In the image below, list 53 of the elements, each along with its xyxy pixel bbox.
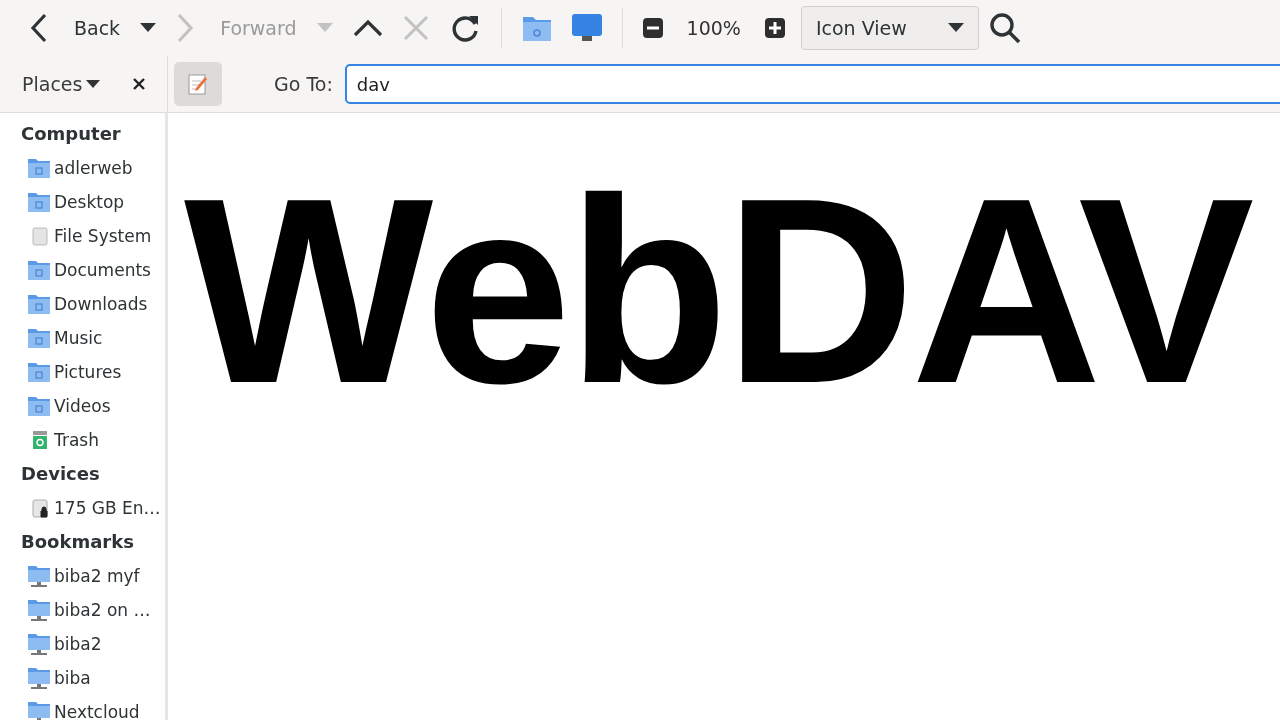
sidebar-item[interactable]: 175 GB En… xyxy=(28,491,161,525)
notepad-icon xyxy=(188,73,208,95)
network-folder-icon xyxy=(28,599,50,621)
view-dropdown[interactable]: Icon View xyxy=(800,6,979,50)
sidebar-item[interactable]: Pictures xyxy=(28,355,122,389)
sidebar-item[interactable]: Music xyxy=(28,321,103,355)
caret-icon xyxy=(140,23,157,33)
close-pane-button[interactable] xyxy=(131,76,147,92)
go-to-label: Go To: xyxy=(274,73,333,95)
zoom-out-icon xyxy=(642,18,663,38)
folder-icon xyxy=(28,260,50,280)
back-icon xyxy=(30,13,48,43)
sidebar-item[interactable]: biba2 xyxy=(28,627,102,661)
network-folder-icon xyxy=(28,633,50,655)
folder-icon xyxy=(28,328,50,348)
network-folder-icon xyxy=(28,667,50,689)
sidebar-heading: Bookmarks xyxy=(21,530,135,554)
network-folder-icon xyxy=(28,565,50,587)
monitor-icon xyxy=(571,14,602,42)
folder-icon xyxy=(28,192,50,212)
sidebar-item[interactable]: biba2 myf xyxy=(28,559,140,593)
sidebar-item[interactable]: Trash xyxy=(28,423,99,457)
search-icon xyxy=(988,12,1021,44)
sidebar-item[interactable]: Downloads xyxy=(28,287,148,321)
places-dropdown[interactable]: Places xyxy=(20,71,103,97)
location-field[interactable]: dav xyxy=(344,64,1280,104)
folder-icon xyxy=(521,14,552,42)
title-overlay: WebDAV xyxy=(184,159,1251,423)
sidebar-item[interactable]: File System xyxy=(28,219,152,253)
caret-icon xyxy=(316,23,333,33)
network-folder-icon xyxy=(28,701,50,720)
sidebar-item[interactable]: Videos xyxy=(28,389,111,423)
sidebar-item[interactable]: adlerweb xyxy=(28,151,133,185)
close-icon xyxy=(402,15,429,41)
sidebar-item[interactable]: Nextcloud xyxy=(28,695,140,720)
sidebar-heading: Devices xyxy=(21,462,101,486)
caret-icon xyxy=(86,79,101,89)
sidebar-item[interactable]: Desktop xyxy=(28,185,125,219)
forward-icon xyxy=(176,13,195,43)
edit-location-toggle[interactable] xyxy=(174,62,222,106)
sidebar-heading: Computer xyxy=(21,122,122,146)
sidebar-item[interactable]: biba2 on … xyxy=(28,593,151,627)
folder-icon xyxy=(28,158,50,178)
folder-icon xyxy=(28,362,50,382)
folder-icon xyxy=(28,294,50,314)
sidebar-item[interactable]: biba xyxy=(28,661,91,695)
folder-icon xyxy=(28,396,50,416)
back-button[interactable]: Back xyxy=(20,6,131,50)
caret-icon xyxy=(947,23,964,33)
sidebar-item[interactable]: Documents xyxy=(28,253,151,287)
zoom-level: 100% xyxy=(685,17,742,39)
zoom-in-icon xyxy=(764,18,785,38)
close-icon xyxy=(133,78,145,90)
